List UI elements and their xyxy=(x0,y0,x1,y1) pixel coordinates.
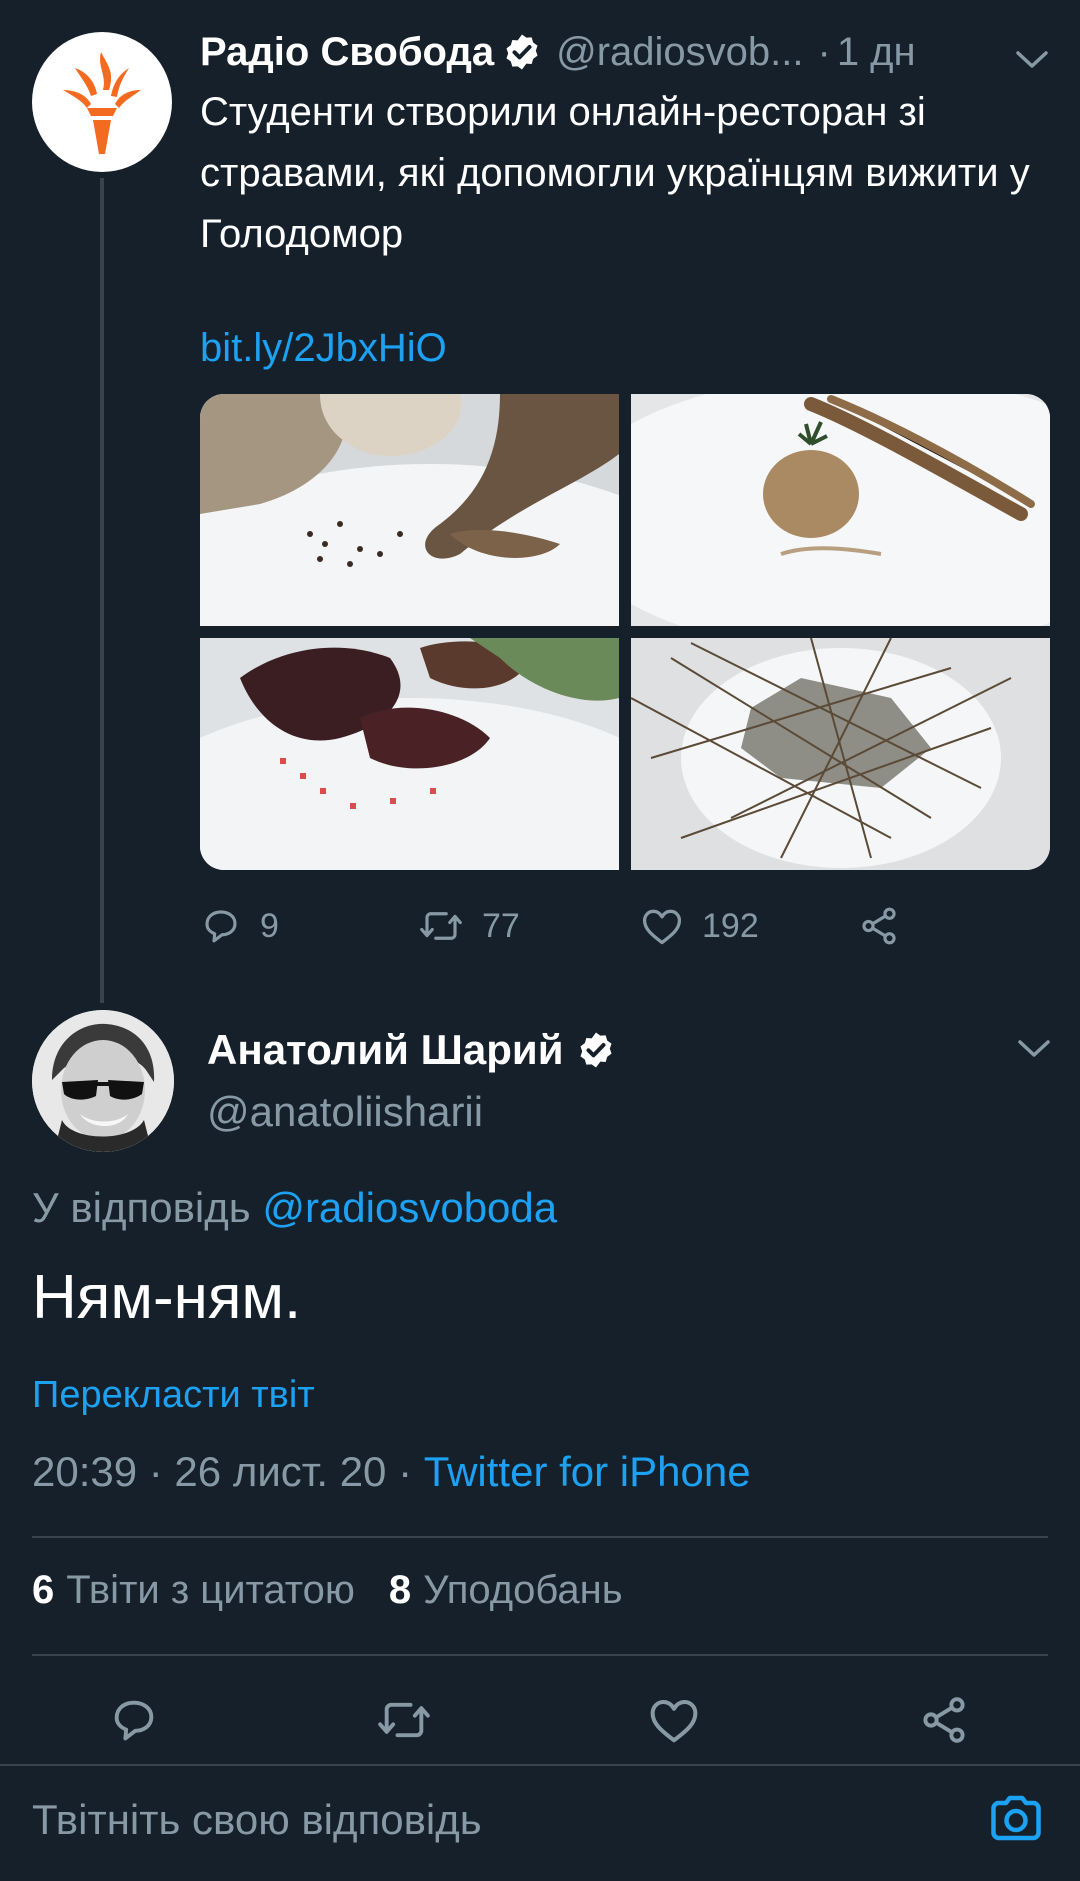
thread-line xyxy=(100,178,104,1003)
heart-icon xyxy=(650,1699,698,1743)
reply-to-prefix: У відповідь xyxy=(32,1184,251,1231)
verified-badge-icon xyxy=(502,32,542,72)
parent-tweet-time[interactable]: 1 дн xyxy=(837,30,916,75)
like-count: 192 xyxy=(702,906,759,945)
reply-to-line: У відповідь @radiosvoboda xyxy=(32,1184,557,1232)
retweet-action[interactable]: 77 xyxy=(418,898,520,954)
parent-author-handle[interactable]: @radiosvob... xyxy=(556,30,803,75)
retweet-icon xyxy=(420,912,462,940)
reply-icon xyxy=(114,1700,154,1741)
media-photo-4[interactable] xyxy=(631,638,1050,870)
tweet-meta: 20:39 · 26 лист. 20 · Twitter for iPhone xyxy=(32,1448,751,1496)
share-button[interactable] xyxy=(912,1688,976,1752)
media-grid xyxy=(200,394,1050,870)
main-author-handle[interactable]: @anatoliisharii xyxy=(207,1088,483,1136)
parent-tweet-actions: 9 77 192 xyxy=(200,898,920,954)
torch-logo-icon xyxy=(63,52,141,154)
anatolii-avatar[interactable] xyxy=(32,1010,174,1152)
translate-tweet-link[interactable]: Перекласти твіт xyxy=(32,1374,315,1417)
divider xyxy=(32,1536,1048,1538)
quote-tweets-stat[interactable]: 6 Твіти з цитатою xyxy=(32,1568,355,1613)
reply-action[interactable]: 9 xyxy=(200,898,279,954)
likes-label: Уподобань xyxy=(423,1568,623,1612)
divider xyxy=(32,1654,1048,1656)
reply-button[interactable] xyxy=(102,1688,166,1752)
likes-count: 8 xyxy=(388,1568,412,1612)
parent-tweet-header: Радіо Свобода @radiosvob... · 1 дн xyxy=(200,22,1050,82)
main-author-name-text[interactable]: Анатолий Шарий xyxy=(207,1026,564,1074)
food-photo-beet xyxy=(200,638,619,870)
heart-icon xyxy=(642,909,682,945)
header-separator: · xyxy=(817,29,831,74)
reply-input[interactable]: Твітніть свою відповідь xyxy=(32,1796,482,1844)
retweet-count: 77 xyxy=(482,906,520,945)
chevron-down-icon[interactable] xyxy=(1014,38,1050,83)
media-photo-2[interactable] xyxy=(631,394,1050,626)
food-photo-bread-mushroom xyxy=(200,394,619,626)
food-photo-grass-cake xyxy=(631,638,1050,870)
profile-photo xyxy=(32,1010,174,1152)
reply-to-handle[interactable]: @radiosvoboda xyxy=(262,1184,557,1231)
like-button[interactable] xyxy=(642,1688,706,1752)
like-action[interactable]: 192 xyxy=(640,898,759,954)
retweet-button[interactable] xyxy=(372,1688,436,1752)
chevron-down-icon[interactable] xyxy=(1016,1034,1052,1067)
reply-count: 9 xyxy=(260,906,279,945)
main-tweet-actions xyxy=(0,1688,1080,1752)
quote-count: 6 xyxy=(32,1568,55,1612)
reply-composer-bar: Твітніть свою відповідь xyxy=(0,1764,1080,1881)
main-tweet-text: Ням-ням. xyxy=(32,1263,302,1332)
parent-author-name[interactable]: Радіо Свобода xyxy=(200,30,494,75)
quote-label: Твіти з цитатою xyxy=(66,1568,355,1612)
food-photo-cutlet-spruce xyxy=(631,394,1050,626)
tweet-timestamp: 20:39 · 26 лист. 20 · xyxy=(32,1448,424,1495)
reply-icon xyxy=(205,910,237,943)
radio-svoboda-avatar[interactable] xyxy=(32,32,172,172)
parent-tweet-text: Студенти створили онлайн-ресторан зі стр… xyxy=(200,90,1030,256)
retweet-icon xyxy=(378,1702,430,1738)
parent-tweet-link[interactable]: bit.ly/2JbxHiO xyxy=(200,322,447,374)
share-icon xyxy=(923,1697,965,1743)
likes-stat[interactable]: 8 Уподобань xyxy=(389,1568,623,1613)
verified-badge-icon xyxy=(576,1030,616,1070)
share-action[interactable] xyxy=(858,898,900,954)
tweet-stats: 6 Твіти з цитатою 8 Уподобань xyxy=(32,1568,623,1613)
main-author-name: Анатолий Шарий xyxy=(207,1020,630,1080)
media-photo-3[interactable] xyxy=(200,638,619,870)
camera-button[interactable] xyxy=(986,1788,1046,1848)
camera-icon xyxy=(991,1795,1041,1841)
tweet-source-link[interactable]: Twitter for iPhone xyxy=(424,1448,751,1495)
share-icon xyxy=(862,907,896,945)
media-photo-1[interactable] xyxy=(200,394,619,626)
